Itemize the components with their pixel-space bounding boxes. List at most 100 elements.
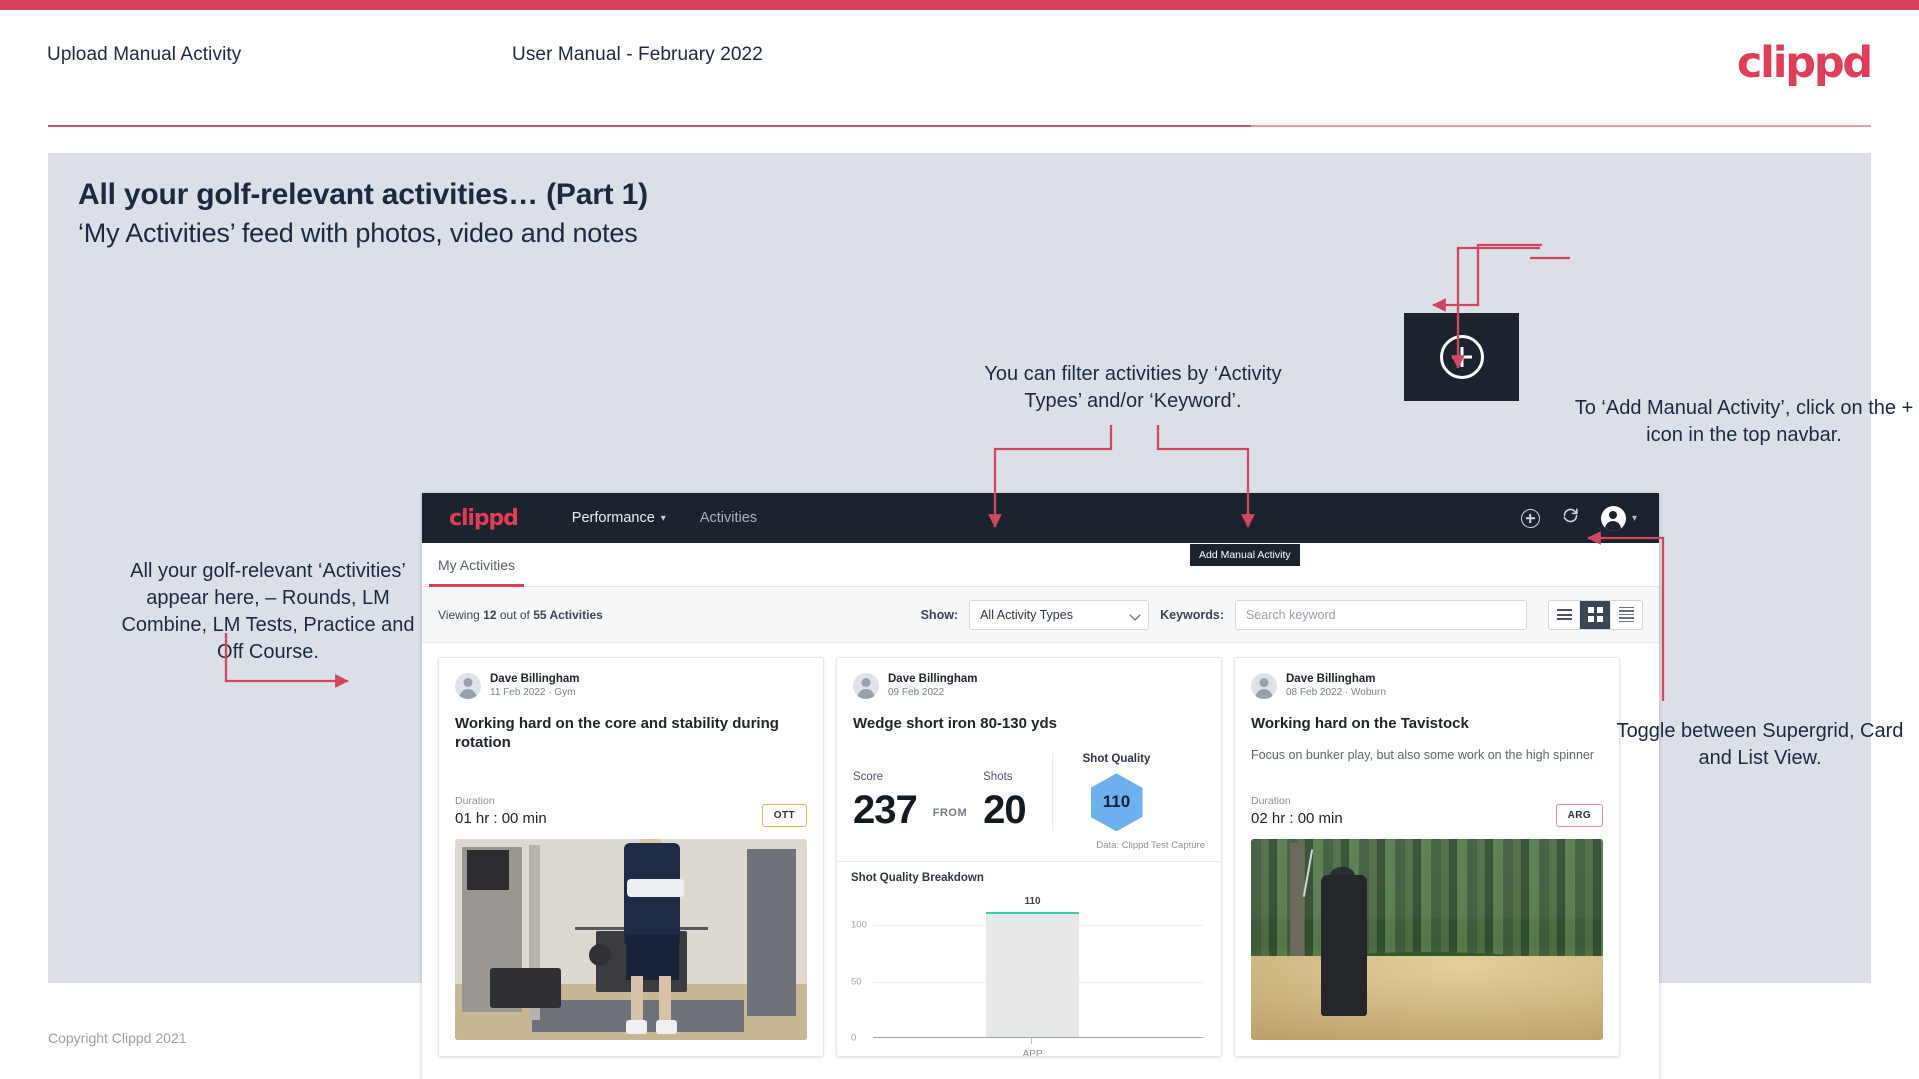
- account-menu[interactable]: ▾: [1600, 505, 1637, 531]
- activity-card[interactable]: Dave Billingham 11 Feb 2022 · Gym Workin…: [438, 657, 824, 1057]
- plus-circle-icon: [1439, 335, 1484, 379]
- card-author-row: Dave Billingham 11 Feb 2022 · Gym: [439, 658, 823, 700]
- chart-x-tick: [1030, 1038, 1032, 1045]
- card-author-row: Dave Billingham 09 Feb 2022: [837, 658, 1221, 700]
- shot-quality-chart: Shot Quality Breakdown 0 50 100 110 APP: [837, 862, 1221, 1056]
- stat-score: Score 237: [853, 771, 918, 831]
- ytick-50: 50: [851, 976, 862, 988]
- app-screenshot: clippd Performance ▾ Activities ▾ Add Ma…: [422, 493, 1659, 1079]
- avatar: [455, 672, 481, 699]
- stat-shots: Shots 20: [983, 771, 1026, 831]
- app-filter-bar: Viewing 12 out of 55 Activities Show: Al…: [422, 587, 1659, 643]
- list-view-icon: [1556, 606, 1572, 622]
- viewing-count: 12: [483, 607, 497, 622]
- card-stats-row: Score 237 FROM Shots 20 Shot Quality 110: [837, 733, 1221, 832]
- add-activity-illustration: [1404, 313, 1519, 401]
- account-avatar-icon: [1600, 505, 1626, 531]
- view-mode-list[interactable]: [1549, 600, 1580, 629]
- card-duration: Duration 01 hr : 00 min: [455, 795, 547, 827]
- add-manual-activity-tooltip: Add Manual Activity: [1190, 544, 1300, 566]
- card-title: Working hard on the Tavistock: [1251, 714, 1469, 732]
- page-title: All your golf-relevant activities… (Part…: [78, 178, 648, 211]
- chart-plot-area: 0 50 100 110 APP: [851, 896, 1207, 1056]
- from-label: FROM: [932, 807, 968, 820]
- header-left-title: Upload Manual Activity: [47, 44, 242, 65]
- view-mode-toggle: [1548, 599, 1643, 630]
- shot-quality-hexagon: 110: [1090, 773, 1143, 832]
- app-nav-actions: ▾: [1520, 505, 1643, 531]
- activity-type-select[interactable]: All Activity Types: [969, 599, 1150, 630]
- card-author-name: Dave Billingham: [490, 673, 580, 685]
- refresh-icon[interactable]: [1562, 507, 1579, 529]
- duration-label: Duration: [1251, 795, 1291, 807]
- chevron-down-icon: ▾: [1631, 512, 1637, 524]
- status-badge: OTT: [761, 804, 807, 827]
- tab-my-activities-label: My Activities: [438, 556, 516, 573]
- card-author-info: Dave Billingham 09 Feb 2022: [888, 672, 977, 700]
- clippd-logo: clippd: [1736, 38, 1873, 88]
- shot-quality-label: Shot Quality: [1082, 753, 1151, 766]
- annotation-filter: You can filter activities by ‘Activity T…: [984, 363, 1282, 412]
- activity-card[interactable]: Dave Billingham 08 Feb 2022 · Woburn Wor…: [1234, 657, 1620, 1057]
- add-manual-activity-icon[interactable]: [1520, 508, 1540, 528]
- view-mode-card[interactable]: [1611, 600, 1642, 629]
- footer-copyright: Copyright Clippd 2021: [48, 1030, 187, 1046]
- card-duration-row: Duration 01 hr : 00 min OTT: [439, 795, 823, 827]
- nav-activities-label: Activities: [699, 510, 758, 526]
- chart-xtick-label: APP: [1022, 1049, 1043, 1057]
- card-author-info: Dave Billingham 08 Feb 2022 · Woburn: [1286, 672, 1386, 700]
- header-divider: [48, 125, 1871, 127]
- duration-value: 02 hr : 00 min: [1251, 810, 1343, 827]
- shots-label: Shots: [983, 771, 1013, 784]
- card-duration: Duration 02 hr : 00 min: [1251, 795, 1343, 827]
- app-logo[interactable]: clippd: [449, 506, 519, 531]
- card-author-meta: 11 Feb 2022 · Gym: [490, 687, 576, 699]
- chevron-down-icon: [1129, 608, 1141, 621]
- card-media-gym[interactable]: [455, 839, 807, 1040]
- card-title: Wedge short iron 80-130 yds: [853, 714, 1057, 732]
- app-navbar: clippd Performance ▾ Activities ▾: [422, 493, 1659, 543]
- card-duration-row: Duration 02 hr : 00 min ARG: [1235, 795, 1619, 827]
- app-nav-links: Performance ▾ Activities: [572, 510, 757, 526]
- score-label: Score: [853, 771, 884, 784]
- viewing-mid: out of: [496, 607, 534, 622]
- annotation-add-activity: To ‘Add Manual Activity’, click on the +…: [1574, 397, 1914, 446]
- search-input[interactable]: Search keyword: [1235, 599, 1527, 630]
- card-author-meta: 08 Feb 2022 · Woburn: [1286, 687, 1386, 699]
- card-title: Working hard on the core and stability d…: [455, 714, 779, 752]
- card-author-name: Dave Billingham: [888, 673, 978, 685]
- card-media-golf[interactable]: [1251, 839, 1603, 1040]
- nav-performance-label: Performance: [571, 510, 655, 526]
- card-author-info: Dave Billingham 11 Feb 2022 · Gym: [490, 672, 579, 700]
- annotation-view-toggle: Toggle between Supergrid, Card and List …: [1616, 720, 1904, 769]
- search-placeholder: Search keyword: [1246, 607, 1336, 622]
- duration-value: 01 hr : 00 min: [455, 810, 547, 827]
- chart-x-axis: [873, 1036, 1203, 1039]
- viewing-total: 55 Activities: [533, 607, 603, 622]
- headline-block: All your golf-relevant activities… (Part…: [78, 176, 648, 251]
- ytick-100: 100: [851, 919, 867, 931]
- activity-card[interactable]: Dave Billingham 09 Feb 2022 Wedge short …: [836, 657, 1222, 1057]
- card-author-name: Dave Billingham: [1286, 673, 1376, 685]
- nav-item-performance[interactable]: Performance ▾: [572, 510, 666, 526]
- duration-label: Duration: [455, 795, 495, 807]
- filter-controls: Show: All Activity Types Keywords: Searc…: [920, 599, 1643, 630]
- avatar: [853, 672, 879, 699]
- top-accent-bar: [0, 0, 1919, 10]
- status-badge: ARG: [1555, 804, 1603, 827]
- card-author-meta: 09 Feb 2022: [888, 687, 945, 699]
- view-mode-supergrid[interactable]: [1580, 600, 1611, 629]
- ytick-0: 0: [851, 1032, 857, 1044]
- page-subtitle: ‘My Activities’ feed with photos, video …: [78, 217, 638, 248]
- nav-item-activities[interactable]: Activities: [700, 510, 757, 526]
- card-description: Focus on bunker play, but also some work…: [1251, 748, 1595, 763]
- show-label: Show:: [920, 607, 959, 622]
- activity-card-list: Dave Billingham 11 Feb 2022 · Gym Workin…: [422, 643, 1659, 1071]
- tab-my-activities[interactable]: My Activities: [429, 543, 525, 587]
- card-author-row: Dave Billingham 08 Feb 2022 · Woburn: [1235, 658, 1619, 700]
- header-center-title: User Manual - February 2022: [512, 44, 763, 65]
- stat-shot-quality: Shot Quality 110: [1051, 753, 1151, 832]
- shots-value: 20: [983, 788, 1026, 833]
- viewing-prefix: Viewing: [438, 607, 484, 622]
- chart-bar-APP: [986, 911, 1079, 1037]
